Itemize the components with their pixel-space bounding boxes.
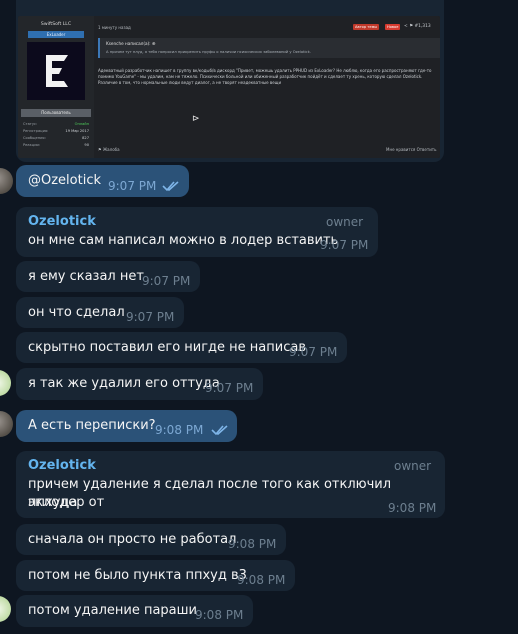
sender-role-badge: owner (394, 459, 432, 473)
message-time: 9:08 PM (237, 573, 286, 587)
forum-stat-row: Сообщения: 827 (23, 136, 89, 140)
forum-quote: Ksenche написал(а): ⊕ А причем тут плуд,… (98, 38, 440, 58)
sender-name[interactable]: Ozelotick (28, 214, 96, 229)
message-text: сначала он просто не работал (28, 532, 237, 547)
message-time: 9:08 PM (155, 423, 204, 437)
message-text: я так же удалил его оттуда (28, 376, 220, 391)
message-bubble[interactable]: я так же удалил его оттуда 9:07 PM (16, 368, 263, 400)
message-bubble[interactable]: потом удаление параши 9:08 PM (16, 595, 253, 627)
forum-username: SwiftSoft LLC (40, 22, 72, 27)
forum-report-link: ⚑ Жалоба (98, 147, 120, 152)
forum-quote-author: Ksenche написал(а): ⊕ (106, 41, 156, 46)
avatar[interactable] (0, 596, 11, 622)
forum-user-title: ExLoader (28, 31, 84, 38)
message-time: 9:07 PM (205, 381, 254, 395)
avatar[interactable] (0, 370, 11, 396)
message-text: @Ozelotick (28, 173, 102, 188)
forum-stat-row: Статус: Онлайн (23, 122, 89, 126)
forum-author-tag: Автор темы (353, 24, 380, 30)
message-text: я ему сказал нет (28, 269, 144, 284)
forum-post-actions: < ⚑ #1,313 (404, 24, 431, 29)
double-check-icon (162, 181, 179, 192)
forum-quote-text: А причем тут плуд, я тебя попросил прикр… (106, 50, 311, 54)
message-text: он мне сам написал можно в лодер вставит… (28, 233, 339, 248)
avatar[interactable] (0, 168, 13, 194)
message-text: скрытно поставил его нигде не написав (28, 340, 306, 355)
forum-stat-row: Регистрация: 19 Мар 2017 (23, 129, 89, 133)
message-time: 9:08 PM (388, 501, 437, 515)
forum-post-body: 1 минуту назад Автор темы Новое < ⚑ #1,3… (94, 16, 440, 158)
message-text: он что сделал (28, 305, 125, 320)
message-time: 9:07 PM (320, 238, 369, 252)
message-text: А есть переписки? (28, 418, 156, 433)
message-text: потом удаление параши (28, 603, 197, 618)
flag-icon: ⚑ (98, 147, 102, 152)
message-time: 9:07 PM (289, 345, 338, 359)
message-bubble[interactable]: Ozelotick owner он мне сам написал можно… (16, 207, 378, 257)
message-time: 9:08 PM (228, 537, 277, 551)
message-time: 9:07 PM (126, 310, 175, 324)
message-bubble[interactable]: сначала он просто не работал 9:08 PM (16, 524, 286, 555)
message-bubble[interactable]: А есть переписки? 9:08 PM (16, 410, 237, 442)
message-text: потом не было пункта ппхуд в3 (28, 568, 247, 583)
message-text: ппхуда (28, 495, 78, 510)
message-bubble[interactable]: он что сделал 9:07 PM (16, 297, 184, 328)
message-bubble[interactable]: Ozelotick owner причем удаление я сделал… (16, 451, 445, 518)
share-icon: < (404, 24, 408, 29)
forum-user-panel: SwiftSoft LLC ExLoader Пользователь Стат… (18, 16, 94, 158)
sender-role-badge: owner (326, 215, 364, 229)
message-bubble[interactable]: @Ozelotick 9:07 PM (16, 165, 189, 197)
forum-stat-row: Реакции: 90 (23, 143, 89, 147)
message-time: 9:07 PM (142, 274, 191, 288)
message-time: 9:07 PM (108, 179, 157, 193)
forum-post-time: 1 минуту назад (98, 25, 131, 30)
forum-new-tag: Новое (385, 24, 401, 30)
avatar[interactable] (0, 411, 13, 437)
message-bubble[interactable]: скрытно поставил его нигде не написав 9:… (16, 332, 347, 363)
bookmark-icon: ⚑ (409, 24, 414, 29)
exloader-logo-icon (46, 55, 68, 87)
message-bubble[interactable]: потом не было пункта ппхуд в3 9:08 PM (16, 560, 295, 591)
forum-like-reply: Мне нравится Ответить (386, 147, 437, 152)
forum-post-number: #1,313 (414, 24, 431, 29)
forum-user-avatar (27, 42, 85, 100)
forum-screenshot-image[interactable]: SwiftSoft LLC ExLoader Пользователь Стат… (18, 16, 440, 158)
message-text: причем удаление я сделал после того как … (28, 477, 392, 510)
message-time: 9:08 PM (195, 608, 244, 622)
message-bubble[interactable]: я ему сказал нет 9:07 PM (16, 261, 200, 292)
sender-name[interactable]: Ozelotick (28, 458, 96, 473)
mouse-cursor-icon: ⊳ (192, 114, 200, 124)
forum-post-text: Адекватный разработчик напишет в группу … (98, 68, 432, 85)
forum-user-role: Пользователь (21, 109, 91, 117)
double-check-icon (211, 425, 228, 436)
